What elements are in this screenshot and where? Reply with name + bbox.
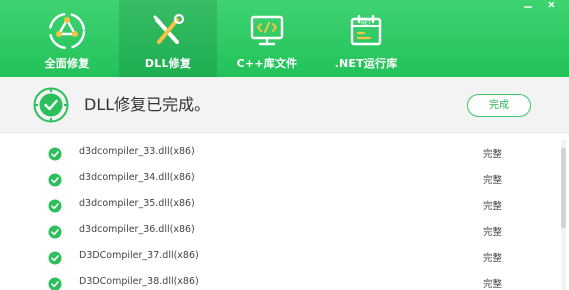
tab-full-repair[interactable]: 全面修复 [18,0,116,77]
list-item: D3DCompiler_38.dll(x86) 完整 [0,270,558,290]
tab-label: .NET运行库 [334,57,398,70]
file-state: 完整 [483,227,503,238]
file-state: 完整 [483,175,503,186]
net-calendar-icon: NET [347,12,385,50]
scrollbar-thumb[interactable] [561,148,566,228]
list-item: d3dcompiler_35.dll(x86) 完整 [0,192,558,218]
check-circle-icon [48,198,62,213]
list-item: d3dcompiler_36.dll(x86) 完整 [0,218,558,244]
file-name: d3dcompiler_35.dll(x86) [79,198,195,209]
file-name: D3DCompiler_37.dll(x86) [79,250,199,261]
file-name: d3dcompiler_36.dll(x86) [79,224,195,235]
success-badge-icon [33,87,69,123]
file-name: D3DCompiler_38.dll(x86) [79,276,199,287]
file-state: 完整 [483,149,503,160]
tab-label: DLL修复 [144,57,192,70]
check-circle-icon [48,146,62,161]
list-item: D3DCompiler_37.dll(x86) 完整 [0,244,558,270]
tab-cpp-libraries[interactable]: C++库文件 [218,0,316,77]
close-icon[interactable] [546,2,560,10]
check-circle-icon [48,224,62,239]
file-name: d3dcompiler_33.dll(x86) [79,146,195,157]
tab-label: C++库文件 [236,57,298,70]
check-circle-icon [48,172,62,187]
recycle-icon [48,12,86,50]
status-panel: DLL修复已完成。 完成 [0,77,569,133]
list-item: d3dcompiler_34.dll(x86) 完整 [0,166,558,192]
check-circle-icon [48,250,62,265]
finish-button[interactable]: 完成 [467,94,531,117]
list-item: d3dcompiler_33.dll(x86) 完整 [0,140,558,166]
status-message: DLL修复已完成。 [84,95,211,114]
check-circle-icon [48,276,62,290]
svg-text:NET: NET [361,21,372,27]
code-monitor-icon [248,12,286,50]
tools-icon [149,12,187,50]
file-name: d3dcompiler_34.dll(x86) [79,172,195,183]
tab-dotnet-runtime[interactable]: NET .NET运行库 [317,0,415,77]
minimize-icon[interactable] [521,2,535,10]
file-state: 完整 [483,279,503,290]
tab-dll-repair[interactable]: DLL修复 [119,0,217,77]
top-navigation-bar: 全面修复 DLL修复 C++库文件 NET .NET运行库 [0,0,569,77]
file-state: 完整 [483,201,503,212]
file-state: 完整 [483,253,503,264]
dll-file-list: d3dcompiler_33.dll(x86) 完整 d3dcompiler_3… [0,140,558,290]
tab-label: 全面修复 [44,57,90,70]
